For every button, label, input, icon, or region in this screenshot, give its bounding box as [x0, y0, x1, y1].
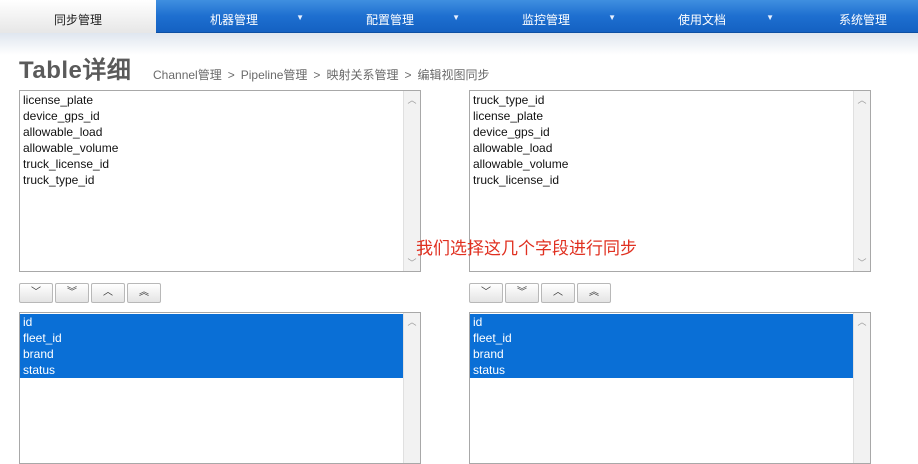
list-option[interactable]: truck_type_id [470, 92, 870, 108]
list-option[interactable]: allowable_load [20, 124, 420, 140]
nav-tab-label: 监控管理 [521, 13, 570, 27]
vertical-scrollbar[interactable]: ︿ ﹀ [853, 91, 870, 271]
left-order-buttons: ﹀ ︾ ︿ ︽ [19, 283, 161, 303]
list-option[interactable]: device_gps_id [470, 124, 870, 140]
vertical-scrollbar[interactable]: ︿ [853, 313, 870, 463]
left-selected-list[interactable]: id fleet_id brand status ︿ [19, 312, 421, 464]
move-down-button[interactable]: ﹀ [469, 283, 503, 303]
left-available-list[interactable]: license_plate device_gps_id allowable_lo… [19, 90, 421, 272]
move-bottom-button[interactable]: ︾ [55, 283, 89, 303]
list-option[interactable]: license_plate [470, 108, 870, 124]
nav-tab-monitor[interactable]: 监控管理 ▼ [468, 0, 624, 32]
nav-tab-label: 系统管理 [838, 13, 887, 27]
selected-option[interactable]: brand [20, 346, 403, 362]
selected-option[interactable]: brand [470, 346, 853, 362]
scroll-up-icon[interactable]: ︿ [854, 315, 870, 328]
breadcrumb-current: 编辑视图同步 [417, 68, 490, 82]
nav-shadow-band [0, 33, 918, 55]
selected-option[interactable]: status [20, 362, 403, 378]
selected-option[interactable]: id [470, 314, 853, 330]
nav-tab-config[interactable]: 配置管理 ▼ [312, 0, 468, 32]
list-option[interactable]: allowable_load [470, 140, 870, 156]
scroll-down-icon[interactable]: ﹀ [854, 256, 870, 269]
list-option[interactable]: truck_type_id [20, 172, 420, 188]
nav-tab-label: 同步管理 [53, 13, 102, 27]
move-up-button[interactable]: ︿ [91, 283, 125, 303]
dropdown-caret-icon: ▼ [296, 13, 304, 22]
list-option[interactable]: truck_license_id [470, 172, 870, 188]
selected-option[interactable]: status [470, 362, 853, 378]
selected-option[interactable]: fleet_id [470, 330, 853, 346]
breadcrumb: Channel管理 > Pipeline管理 > 映射关系管理 > 编辑视图同步 [153, 66, 489, 83]
selected-option[interactable]: fleet_id [20, 330, 403, 346]
list-option[interactable]: device_gps_id [20, 108, 420, 124]
move-top-button[interactable]: ︽ [127, 283, 161, 303]
breadcrumb-separator: > [404, 68, 412, 82]
move-down-button[interactable]: ﹀ [19, 283, 53, 303]
vertical-scrollbar[interactable]: ︿ [403, 313, 420, 463]
nav-tab-sync[interactable]: 同步管理 [0, 0, 156, 34]
scroll-up-icon[interactable]: ︿ [854, 93, 870, 106]
nav-tab-system[interactable]: 系统管理 [780, 0, 918, 32]
selected-option[interactable]: id [20, 314, 403, 330]
dropdown-caret-icon: ▼ [452, 13, 460, 22]
nav-tab-label: 配置管理 [365, 13, 414, 27]
list-option[interactable]: allowable_volume [470, 156, 870, 172]
list-option[interactable]: truck_license_id [20, 156, 420, 172]
list-option[interactable]: allowable_volume [20, 140, 420, 156]
breadcrumb-channel[interactable]: Channel管理 [153, 68, 222, 82]
list-option[interactable]: license_plate [20, 92, 420, 108]
breadcrumb-pipeline[interactable]: Pipeline管理 [241, 68, 308, 82]
dropdown-caret-icon: ▼ [766, 13, 774, 22]
scroll-up-icon[interactable]: ︿ [404, 315, 420, 328]
page-title: Table详细 [19, 57, 132, 84]
breadcrumb-separator: > [227, 68, 235, 82]
breadcrumb-mapping[interactable]: 映射关系管理 [326, 68, 398, 82]
dropdown-caret-icon: ▼ [608, 13, 616, 22]
move-bottom-button[interactable]: ︾ [505, 283, 539, 303]
nav-tab-label: 机器管理 [209, 13, 258, 27]
nav-tab-label: 使用文档 [677, 13, 726, 27]
move-up-button[interactable]: ︿ [541, 283, 575, 303]
scroll-up-icon[interactable]: ︿ [404, 93, 420, 106]
nav-tab-docs[interactable]: 使用文档 ▼ [624, 0, 780, 32]
right-selected-list[interactable]: id fleet_id brand status ︿ [469, 312, 871, 464]
annotation-text: 我们选择这几个字段进行同步 [416, 239, 637, 258]
breadcrumb-separator: > [313, 68, 321, 82]
top-nav: 同步管理 机器管理 ▼ 配置管理 ▼ 监控管理 ▼ 使用文档 ▼ 系统管理 [0, 0, 918, 34]
nav-tab-machine[interactable]: 机器管理 ▼ [156, 0, 312, 32]
right-order-buttons: ﹀ ︾ ︿ ︽ [469, 283, 611, 303]
move-top-button[interactable]: ︽ [577, 283, 611, 303]
